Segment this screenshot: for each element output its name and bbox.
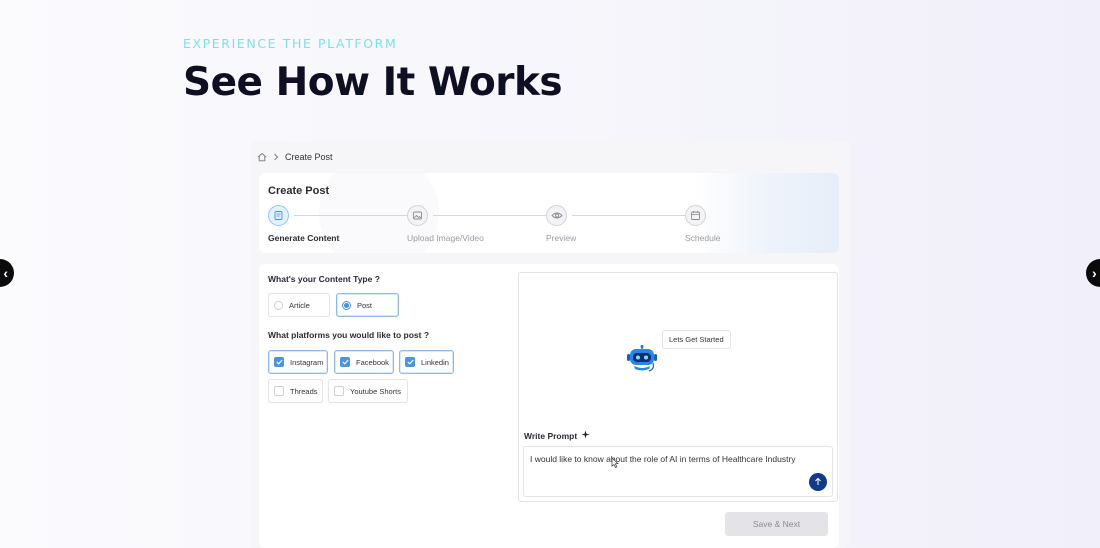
- image-icon: [407, 205, 428, 226]
- content-type-post[interactable]: Post: [336, 293, 399, 317]
- step-label: Upload Image/Video: [407, 233, 484, 243]
- platform-linkedin[interactable]: Linkedin: [399, 350, 454, 374]
- platform-facebook[interactable]: Facebook: [334, 350, 394, 374]
- page-title: See How It Works: [183, 60, 563, 105]
- breadcrumb-current: Create Post: [285, 152, 333, 162]
- prompt-label: Write Prompt: [524, 430, 590, 441]
- sparkle-icon: [581, 430, 590, 441]
- step-generate-content[interactable]: Generate Content: [268, 205, 339, 243]
- platform-threads[interactable]: Threads: [268, 379, 323, 403]
- checkbox-checked-icon: [405, 357, 415, 367]
- edit-icon: [268, 205, 289, 226]
- save-next-button[interactable]: Save & Next: [725, 512, 828, 536]
- option-label: Threads: [290, 386, 318, 396]
- option-label: Youtube Shorts: [350, 386, 402, 396]
- step-preview[interactable]: Preview: [546, 205, 576, 243]
- checkbox-checked-icon: [340, 357, 350, 367]
- step-upload-image-video[interactable]: Upload Image/Video: [407, 205, 484, 243]
- option-label: Instagram: [290, 357, 324, 367]
- text-cursor-icon: [611, 455, 619, 473]
- chat-panel: Lets Get Started Write Prompt I would li…: [518, 272, 838, 502]
- step-label: Generate Content: [268, 233, 340, 243]
- radio-icon: [274, 300, 283, 310]
- option-label: Linkedin: [421, 357, 449, 367]
- robot-icon: [625, 345, 659, 378]
- carousel-prev-button[interactable]: ‹: [0, 259, 14, 287]
- checkbox-icon: [334, 386, 344, 396]
- option-label: Facebook: [356, 357, 389, 367]
- stepper-card: Create Post Generate Content Upload Imag…: [259, 173, 839, 253]
- eye-icon: [546, 205, 567, 226]
- platform-youtube-shorts[interactable]: Youtube Shorts: [328, 379, 408, 403]
- content-type-article[interactable]: Article: [268, 293, 330, 317]
- app-preview-frame: Create Post Create Post Generate Content…: [250, 141, 850, 548]
- checkbox-checked-icon: [274, 357, 284, 367]
- breadcrumb: Create Post: [257, 150, 333, 164]
- platforms-question: What platforms you would like to post ?: [268, 330, 430, 340]
- step-label: Schedule: [685, 233, 721, 243]
- chevron-right-icon: ›: [1092, 265, 1097, 281]
- eyebrow-text: EXPERIENCE THE PLATFORM: [183, 36, 398, 51]
- stepper-title: Create Post: [268, 185, 330, 197]
- option-label: Post: [357, 300, 373, 310]
- chevron-left-icon: ‹: [3, 265, 8, 281]
- arrow-up-icon: [814, 473, 822, 491]
- form-card: What's your Content Type ? Article Post …: [259, 264, 839, 548]
- prompt-input[interactable]: I would like to know about the role of A…: [523, 446, 833, 497]
- step-label: Preview: [546, 233, 577, 243]
- home-icon[interactable]: [257, 152, 267, 162]
- option-label: Article: [289, 300, 310, 310]
- chat-bubble: Lets Get Started: [662, 330, 731, 349]
- step-line-1: [294, 215, 409, 216]
- platform-instagram[interactable]: Instagram: [268, 350, 328, 374]
- step-line-3: [572, 215, 687, 216]
- send-button[interactable]: [809, 473, 827, 491]
- checkbox-icon: [274, 386, 284, 396]
- radio-selected-icon: [342, 300, 351, 310]
- chevron-right-icon: [273, 153, 279, 161]
- prompt-text: I would like to know about the role of A…: [530, 454, 796, 464]
- calendar-icon: [685, 205, 706, 226]
- content-type-question: What's your Content Type ?: [268, 274, 380, 284]
- step-line-2: [433, 215, 548, 216]
- prompt-label-text: Write Prompt: [524, 430, 578, 441]
- carousel-next-button[interactable]: ›: [1086, 259, 1100, 287]
- step-schedule[interactable]: Schedule: [685, 205, 720, 243]
